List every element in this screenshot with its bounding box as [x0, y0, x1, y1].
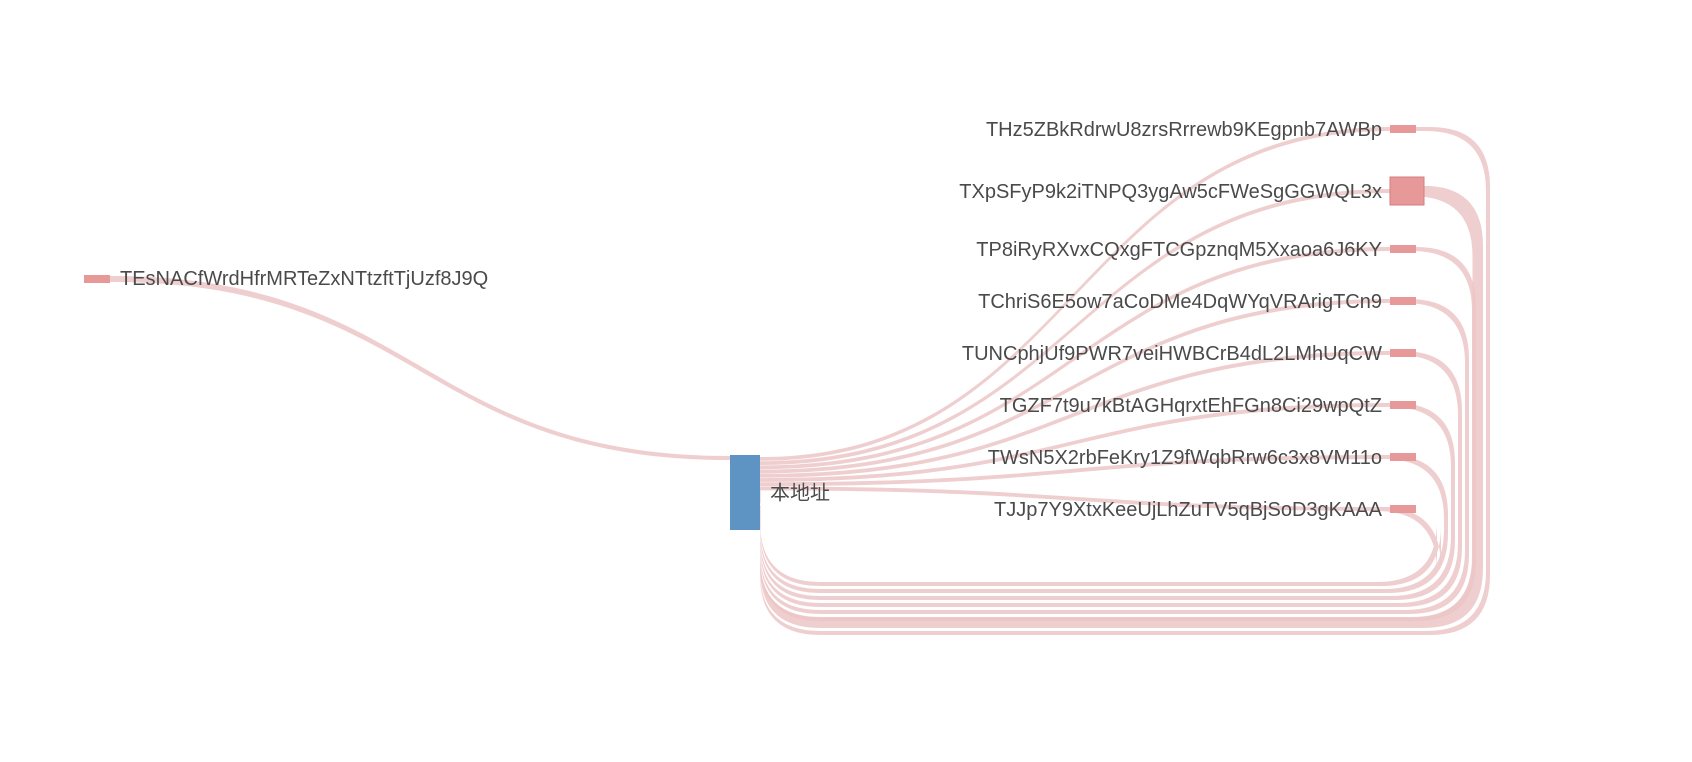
node-right-7[interactable] — [1390, 505, 1416, 513]
sankey-diagram: TEsNACfWrdHfrMRTeZxNTtzftTjUzf8J9Q THz5ZB… — [0, 0, 1692, 762]
node-right-3-label: TChriS6E5ow7aCoDMe4DqWYqVRArigTCn9 — [978, 291, 1382, 313]
flow-out-R1 — [760, 189, 1390, 465]
sankey-links — [110, 127, 1490, 635]
node-right-5-label: TGZF7t9u7kBtAGHqrxtEhFGn8Ci29wpQtZ — [1000, 395, 1382, 417]
node-right-3[interactable] — [1390, 297, 1416, 305]
node-right-7-label: TJJp7Y9XtxKeeUjLhZuTV5qBjSoD3gKAAA — [994, 499, 1383, 521]
node-right-6[interactable] — [1390, 453, 1416, 461]
flow-return-R4 — [760, 351, 1462, 607]
node-right-5[interactable] — [1390, 401, 1416, 409]
node-right-1-label: TXpSFyP9k2iTNPQ3ygAw5cFWeSgGGWQL3x — [959, 181, 1382, 203]
node-right-0[interactable] — [1390, 125, 1416, 133]
node-center[interactable] — [730, 455, 760, 530]
flow-left-to-center — [110, 276, 730, 460]
node-left-0[interactable] — [84, 275, 110, 283]
node-right-0-label: THz5ZBkRdrwU8zrsRrrewb9KEgpnb7AWBp — [986, 119, 1382, 141]
node-right-2[interactable] — [1390, 245, 1416, 253]
node-center-label: 本地址 — [770, 482, 830, 505]
node-left-0-label: TEsNACfWrdHfrMRTeZxNTtzftTjUzf8J9Q — [120, 268, 488, 290]
node-right-6-label: TWsN5X2rbFeKry1Z9fWqbRrw6c3x8VM11o — [988, 447, 1382, 469]
flow-return-R0 — [760, 127, 1490, 635]
node-right-1[interactable] — [1390, 177, 1424, 205]
node-right-4[interactable] — [1390, 349, 1416, 357]
node-right-2-label: TP8iRyRXvxCQxgFTCGpznqM5Xxaoa6J6KY — [976, 239, 1382, 261]
node-right-4-label: TUNCphjUf9PWR7veiHWBCrB4dL2LMhUqCW — [962, 343, 1382, 365]
